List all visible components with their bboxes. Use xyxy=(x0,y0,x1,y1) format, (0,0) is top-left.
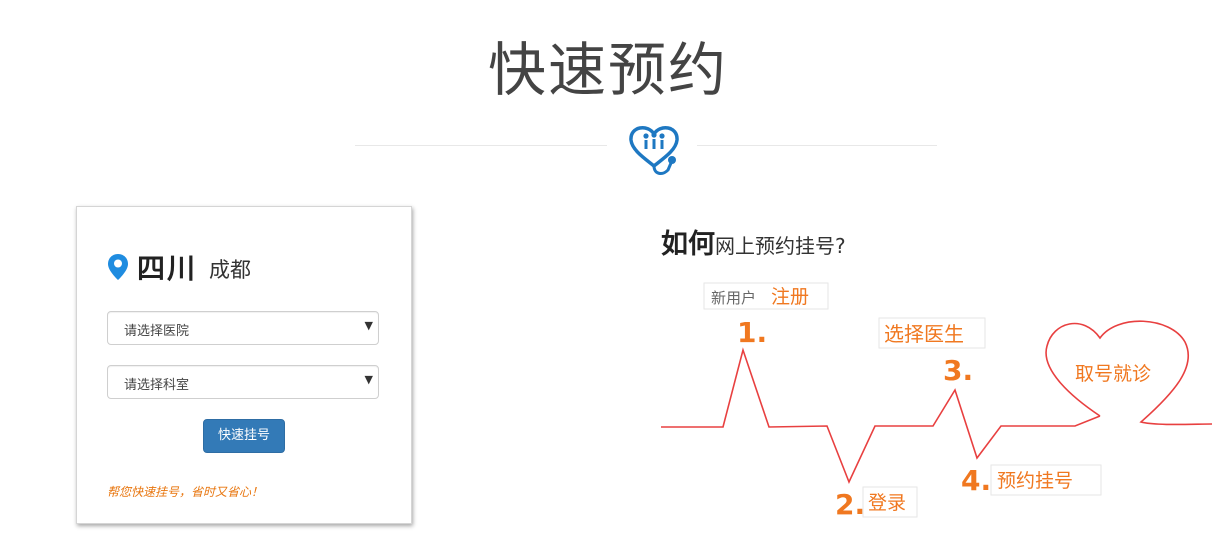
step4-number: 4. xyxy=(961,464,991,497)
howto-title-rest: 网上预约挂号? xyxy=(715,234,846,258)
quick-register-button[interactable]: 快速挂号 xyxy=(203,419,285,453)
step1-label-grey: 新用户 xyxy=(711,289,756,307)
heartbeat-line xyxy=(661,347,1101,485)
step4-label: 预约挂号 xyxy=(997,470,1073,492)
location-row: 四川 成都 xyxy=(107,247,251,287)
department-select[interactable]: 请选择科室 ▼ xyxy=(107,365,379,399)
department-select-value: 请选择科室 xyxy=(124,378,190,393)
page-title: 快速预约 xyxy=(487,36,728,104)
chevron-down-icon: ▼ xyxy=(364,319,373,332)
howto-title-bold: 如何 xyxy=(661,229,715,260)
province-label[interactable]: 四川 xyxy=(137,247,197,287)
title-divider-left xyxy=(355,145,607,146)
booking-panel: 四川 成都 请选择医院 ▼ 请选择科室 ▼ 快速挂号 帮您快速挂号，省时又省心！ xyxy=(76,206,412,524)
stethoscope-heart-icon xyxy=(629,126,679,175)
slogan-text: 帮您快速挂号，省时又省心！ xyxy=(107,485,264,499)
booking-steps-diagram: 新用户 注册 1. 2. 登录 选择医生 3. 4. 预约挂号 取号就诊 xyxy=(661,282,1213,521)
howto-title: 如何 网上预约挂号? xyxy=(661,222,846,262)
final-step-label: 取号就诊 xyxy=(1075,363,1151,385)
step2-number: 2. xyxy=(835,488,865,521)
step1-number: 1. xyxy=(737,316,767,349)
hospital-select[interactable]: 请选择医院 ▼ xyxy=(107,311,379,345)
step2-label: 登录 xyxy=(868,492,906,514)
step1-label-orange: 注册 xyxy=(771,286,809,308)
step3-label: 选择医生 xyxy=(884,322,964,346)
map-pin-icon xyxy=(108,254,128,280)
hospital-select-value: 请选择医院 xyxy=(124,324,190,339)
city-label[interactable]: 成都 xyxy=(209,254,251,284)
chevron-down-icon: ▼ xyxy=(364,373,373,386)
title-divider-right xyxy=(697,145,937,146)
step3-number: 3. xyxy=(943,354,973,387)
